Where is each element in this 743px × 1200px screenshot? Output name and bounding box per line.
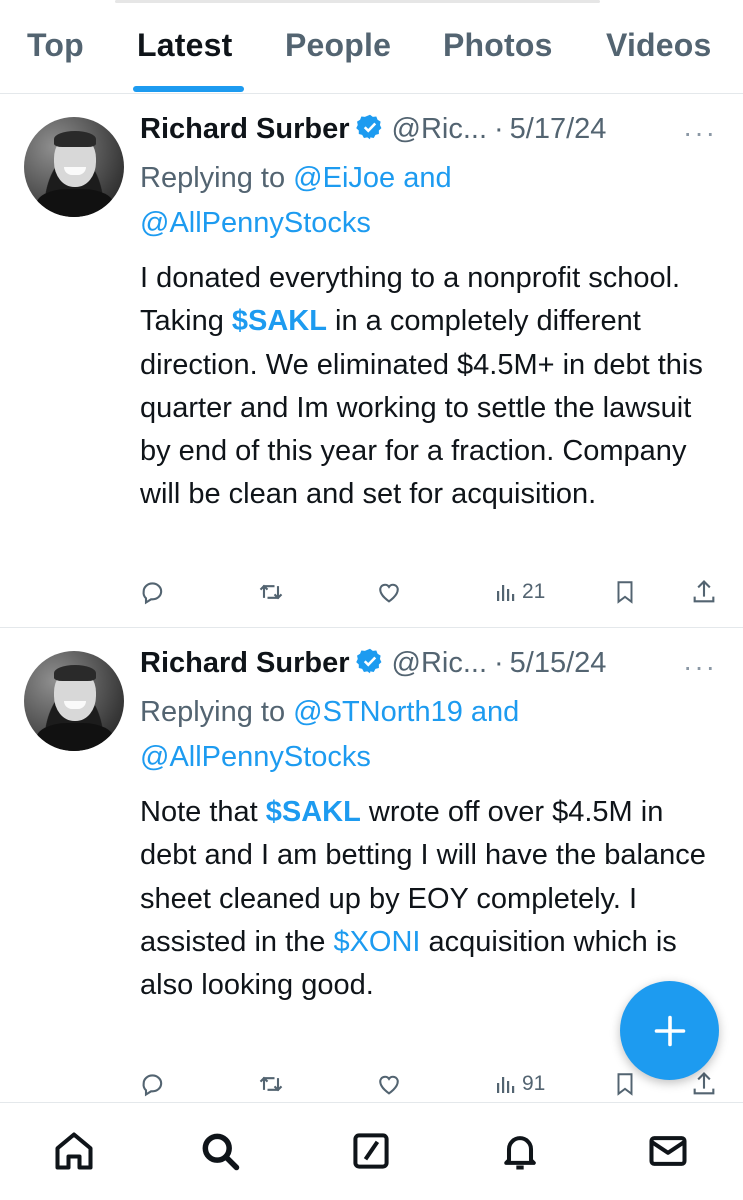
share-icon[interactable] <box>690 1069 718 1099</box>
author-handle[interactable]: @Ric... <box>392 647 488 679</box>
tweet-date[interactable]: 5/15/24 <box>510 647 607 679</box>
tab-videos[interactable]: Videos <box>606 27 712 64</box>
tweet-actions: 21 <box>0 577 743 607</box>
tweet-header: Richard Surber @Ric... · 5/17/24 <box>140 113 606 153</box>
cashtag-link[interactable]: $XONI <box>333 926 420 958</box>
cashtag-link[interactable]: $SAKL <box>266 796 361 828</box>
retweet-icon[interactable] <box>256 1069 286 1099</box>
views-count: 91 <box>522 1072 546 1095</box>
reply-and[interactable]: and <box>403 162 451 194</box>
avatar[interactable] <box>24 651 124 751</box>
more-options-icon[interactable]: ··· <box>683 117 717 149</box>
home-icon[interactable] <box>52 1129 96 1173</box>
more-options-icon[interactable]: ··· <box>683 651 717 683</box>
tweet-text: I donated everything to a nonprofit scho… <box>140 257 725 517</box>
author-name[interactable]: Richard Surber <box>140 647 350 679</box>
like-icon[interactable] <box>375 577 403 607</box>
avatar[interactable] <box>24 117 124 217</box>
bookmark-icon[interactable] <box>612 1069 638 1099</box>
tab-top[interactable]: Top <box>27 27 84 64</box>
notifications-icon[interactable] <box>498 1129 542 1173</box>
tweet-text: Note that $SAKL wrote off over $4.5M in … <box>140 791 725 1007</box>
tweet[interactable]: Richard Surber @Ric... · 5/17/24 ··· Replyi… <box>0 95 743 628</box>
author-handle[interactable]: @Ric... <box>392 113 488 145</box>
tab-people[interactable]: People <box>285 27 391 64</box>
reply-context: Replying to @EiJoe and @AllPennyStocks <box>140 156 720 246</box>
share-icon[interactable] <box>690 577 718 607</box>
reply-icon[interactable] <box>139 577 167 607</box>
reply-prefix: Replying to <box>140 696 286 728</box>
bottom-nav <box>0 1102 743 1200</box>
tweet-actions: 91 <box>0 1069 743 1099</box>
views-icon <box>497 585 515 601</box>
reply-mention[interactable]: @EiJoe <box>293 162 395 194</box>
search-icon[interactable] <box>198 1129 242 1173</box>
separator: · <box>494 647 504 679</box>
compose-button[interactable] <box>620 981 719 1080</box>
reply-icon[interactable] <box>139 1069 167 1099</box>
tweet-date[interactable]: 5/17/24 <box>510 113 607 145</box>
compose-plus-icon <box>654 1015 685 1046</box>
verified-badge-icon <box>355 113 384 149</box>
like-icon[interactable] <box>375 1069 403 1099</box>
views-count: 21 <box>522 580 546 603</box>
tab-photos[interactable]: Photos <box>443 27 553 64</box>
reply-mention[interactable]: @AllPennyStocks <box>140 207 371 239</box>
search-tabs: Top Latest People Photos Videos <box>0 0 743 94</box>
reply-and[interactable]: and <box>471 696 519 728</box>
views-button[interactable]: 91 <box>494 1069 545 1099</box>
tweet-header: Richard Surber @Ric... · 5/15/24 <box>140 647 606 687</box>
tweet-text-part: Note that <box>140 796 266 828</box>
tab-latest[interactable]: Latest <box>137 27 232 64</box>
active-tab-indicator <box>133 86 244 92</box>
views-icon <box>497 1077 515 1093</box>
reply-mention[interactable]: @AllPennyStocks <box>140 741 371 773</box>
reply-prefix: Replying to <box>140 162 286 194</box>
separator: · <box>494 113 504 145</box>
messages-icon[interactable] <box>646 1129 690 1173</box>
retweet-icon[interactable] <box>256 577 286 607</box>
author-name[interactable]: Richard Surber <box>140 113 350 145</box>
reply-mention[interactable]: @STNorth19 <box>293 696 463 728</box>
bookmark-icon[interactable] <box>612 577 638 607</box>
grok-icon[interactable] <box>349 1129 393 1173</box>
verified-badge-icon <box>355 647 384 683</box>
reply-context: Replying to @STNorth19 and @AllPennyStoc… <box>140 690 720 780</box>
cashtag-link[interactable]: $SAKL <box>232 305 327 337</box>
views-button[interactable]: 21 <box>494 577 545 607</box>
